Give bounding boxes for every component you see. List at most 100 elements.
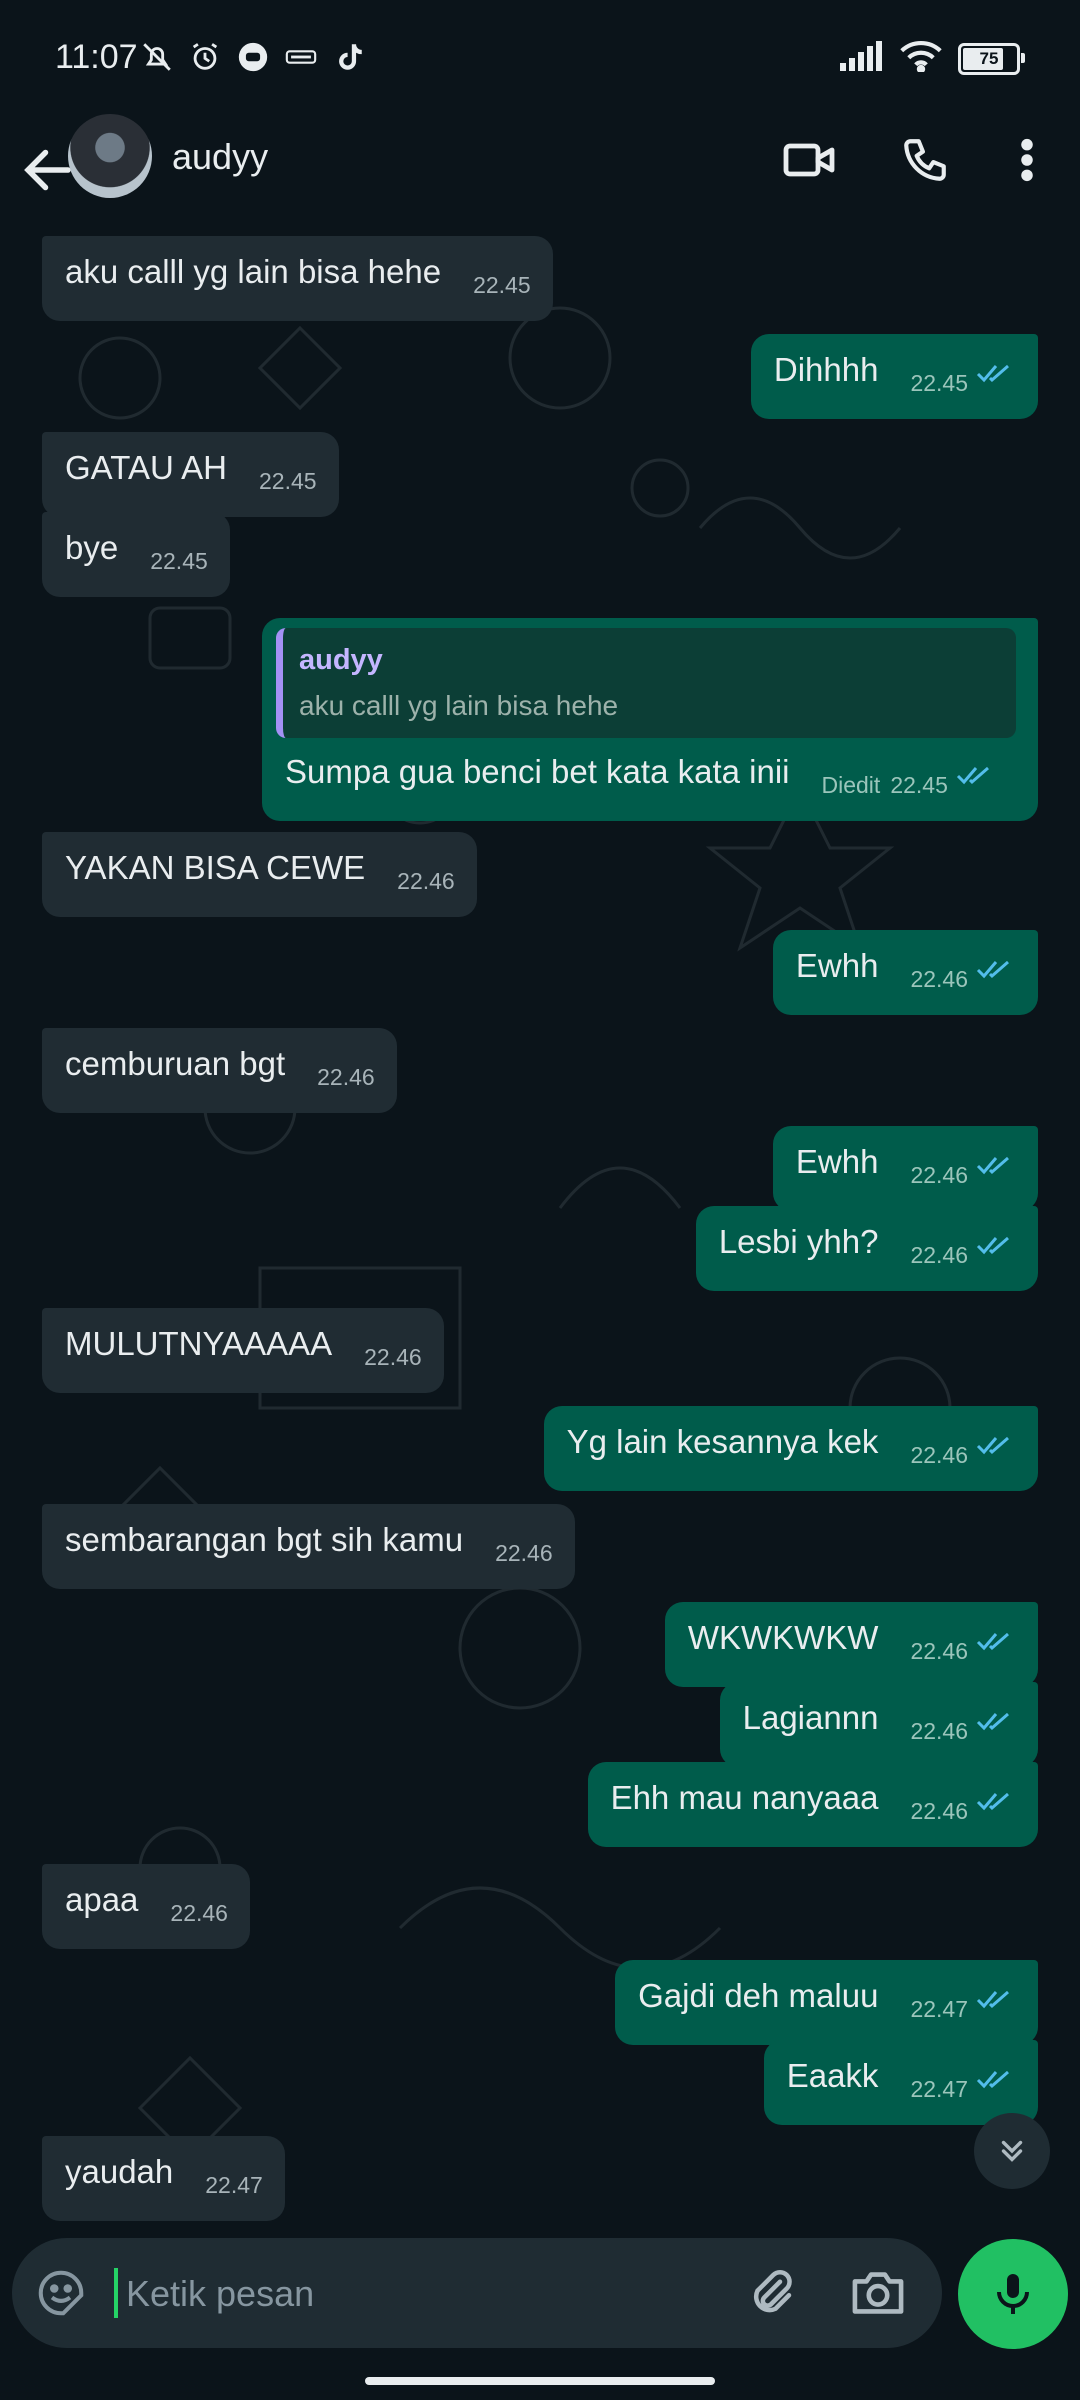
message-composer [12,2238,942,2348]
status-time: 11:07 [55,38,138,76]
message-incoming[interactable]: GATAU AH 22.45 [42,432,339,517]
message-outgoing[interactable]: Lesbi yhh? 22.46 [695,1206,1038,1291]
message-text: Ewhh [795,947,879,984]
message-time: 22.46 [364,1344,422,1370]
sticker-button[interactable] [34,2266,88,2320]
message-input[interactable] [124,2260,728,2328]
message-time: 22.46 [397,868,455,894]
edited-label: Diedit [821,772,881,798]
home-indicator[interactable] [365,2377,715,2385]
quoted-message[interactable]: audyy aku calll yg lain bisa hehe [276,628,1016,738]
message-incoming[interactable]: cemburuan bgt 22.46 [42,1028,397,1113]
message-time: 22.46 [910,1442,968,1468]
status-bar: 11:07 75 [0,0,1080,118]
message-time: 22.47 [910,2076,968,2102]
signal-icon [840,41,884,76]
message-outgoing[interactable]: Lagiannn 22.46 [719,1682,1038,1767]
voice-call-icon [904,139,946,181]
message-time: 22.46 [495,1540,553,1566]
message-time: 22.46 [910,1242,968,1268]
message-outgoing[interactable]: Ewhh 22.46 [772,930,1038,1015]
message-text: Gajdi deh maluu [638,1977,879,2014]
battery-level: 75 [979,48,999,68]
message-text: GATAU AH [65,449,227,486]
message-time: 22.45 [910,370,968,396]
message-outgoing[interactable]: Gajdi deh maluu 22.47 [615,1960,1038,2045]
chat-area[interactable]: aku calll yg lain bisa hehe 22.45 Dihhhh 2… [0,228,1080,2228]
read-ticks-icon [976,960,1009,979]
message-text: MULUTNYAAAAA [65,1325,333,1362]
read-ticks-icon [976,1990,1009,2009]
double-chevron-down-icon [1001,2140,1023,2162]
message-text: Ewhh [795,1143,879,1180]
camera-button[interactable] [848,2266,908,2320]
message-time: 22.45 [258,468,317,494]
message-incoming[interactable]: apaa 22.46 [42,1864,250,1949]
message-outgoing[interactable]: Dihhhh 22.45 [750,334,1038,419]
message-incoming[interactable]: aku calll yg lain bisa hehe 22.45 [42,236,553,321]
message-text: cemburuan bgt [65,1045,286,1082]
message-text: Eaakk [786,2057,879,2094]
message-outgoing[interactable]: WKWKWKW 22.46 [664,1602,1038,1687]
message-incoming[interactable]: yaudah 22.47 [42,2136,285,2221]
message-time: 22.47 [910,1996,968,2022]
message-outgoing[interactable]: Eaakk 22.47 [763,2040,1038,2125]
contact-name[interactable]: audyy [172,136,268,178]
quoted-sender: audyy [299,644,383,676]
message-time: 22.46 [910,1718,968,1744]
read-ticks-icon [976,1236,1009,1255]
voice-call-button[interactable] [890,130,960,190]
message-text: Lagiannn [742,1699,879,1736]
read-ticks-icon [976,2070,1009,2089]
read-ticks-icon [976,364,1009,383]
read-ticks-icon [976,1632,1009,1651]
voice-message-button[interactable] [958,2239,1068,2349]
read-ticks-icon [976,1792,1009,1811]
message-outgoing[interactable]: Ewhh 22.46 [772,1126,1038,1211]
message-time: 22.45 [890,772,948,798]
more-icon [1021,138,1033,182]
message-text: sembarangan bgt sih kamu [65,1521,464,1558]
message-outgoing[interactable]: Yg lain kesannya kek 22.46 [543,1406,1038,1491]
scroll-to-bottom-button[interactable] [974,2113,1050,2189]
status-icons-right: 75 [840,40,1025,77]
more-options-button[interactable] [992,130,1062,190]
message-time: 22.46 [910,1638,968,1664]
message-outgoing[interactable]: Ehh mau nanyaaa 22.46 [587,1762,1038,1847]
message-time: 22.46 [170,1900,228,1926]
message-text: Sumpa gua benci bet kata kata inii [285,753,790,790]
message-time: 22.47 [205,2172,263,2198]
message-text: Dihhhh [773,351,879,388]
avatar[interactable] [68,114,152,198]
status-icons-left [140,40,366,74]
alarm-icon [188,40,222,74]
app-icon [236,40,270,74]
message-text: Lesbi yhh? [718,1223,879,1260]
message-text: aku calll yg lain bisa hehe [65,253,442,290]
message-incoming[interactable]: YAKAN BISA CEWE 22.46 [42,832,477,917]
message-incoming[interactable]: sembarangan bgt sih kamu 22.46 [42,1504,575,1589]
message-text: apaa [65,1881,139,1918]
message-time: 22.46 [910,966,968,992]
battery-icon: 75 [958,42,1025,75]
message-text: YAKAN BISA CEWE [65,849,366,886]
quoted-text: aku calll yg lain bisa hehe [299,690,619,721]
paperclip-icon [753,2269,792,2313]
video-call-button[interactable] [775,130,845,190]
message-text: Yg lain kesannya kek [566,1423,879,1460]
attach-button[interactable] [744,2266,798,2320]
read-ticks-icon [976,1712,1009,1731]
message-text: yaudah [65,2153,174,2190]
read-ticks-icon [976,1436,1009,1455]
microphone-icon [997,2274,1029,2314]
message-text: bye [65,529,119,566]
sticker-icon [38,2270,84,2316]
message-time: 22.46 [317,1064,375,1090]
message-outgoing-reply[interactable]: audyy aku calll yg lain bisa hehe Sumpa … [262,618,1038,821]
read-ticks-icon [976,1156,1009,1175]
message-incoming[interactable]: bye 22.45 [42,512,230,597]
message-time: 22.45 [473,272,531,298]
text-caret [114,2268,118,2318]
message-time: 22.45 [150,548,208,574]
message-incoming[interactable]: MULUTNYAAAAA 22.46 [42,1308,444,1393]
